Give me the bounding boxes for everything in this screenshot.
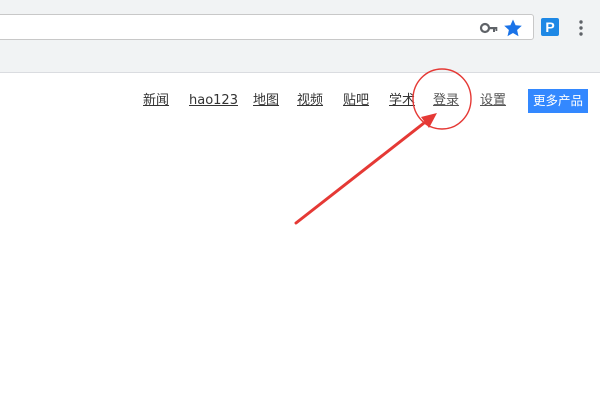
address-bar[interactable] — [0, 14, 534, 40]
pointer-arrow-shaft — [294, 121, 426, 225]
nav-link-video[interactable]: 视频 — [297, 90, 323, 114]
nav-link-hao123[interactable]: hao123 — [189, 90, 238, 114]
nav-link-map[interactable]: 地图 — [253, 90, 279, 114]
more-vert-icon[interactable] — [576, 19, 586, 37]
pointer-arrow-head — [421, 113, 437, 128]
nav-link-settings[interactable]: 设置 — [480, 90, 506, 114]
nav-link-scholar[interactable]: 学术 — [389, 90, 415, 114]
nav-link-tieba[interactable]: 贴吧 — [343, 90, 369, 114]
key-icon[interactable] — [479, 19, 499, 37]
star-icon[interactable] — [503, 18, 523, 38]
browser-top-strip — [0, 0, 600, 10]
bookmarks-bar — [0, 46, 600, 73]
nav-link-login[interactable]: 登录 — [433, 90, 459, 114]
more-products-button[interactable]: 更多产品 — [528, 89, 588, 113]
browser-toolbar: P — [0, 10, 600, 46]
nav-link-news[interactable]: 新闻 — [143, 90, 169, 114]
extension-icon[interactable]: P — [541, 18, 559, 36]
